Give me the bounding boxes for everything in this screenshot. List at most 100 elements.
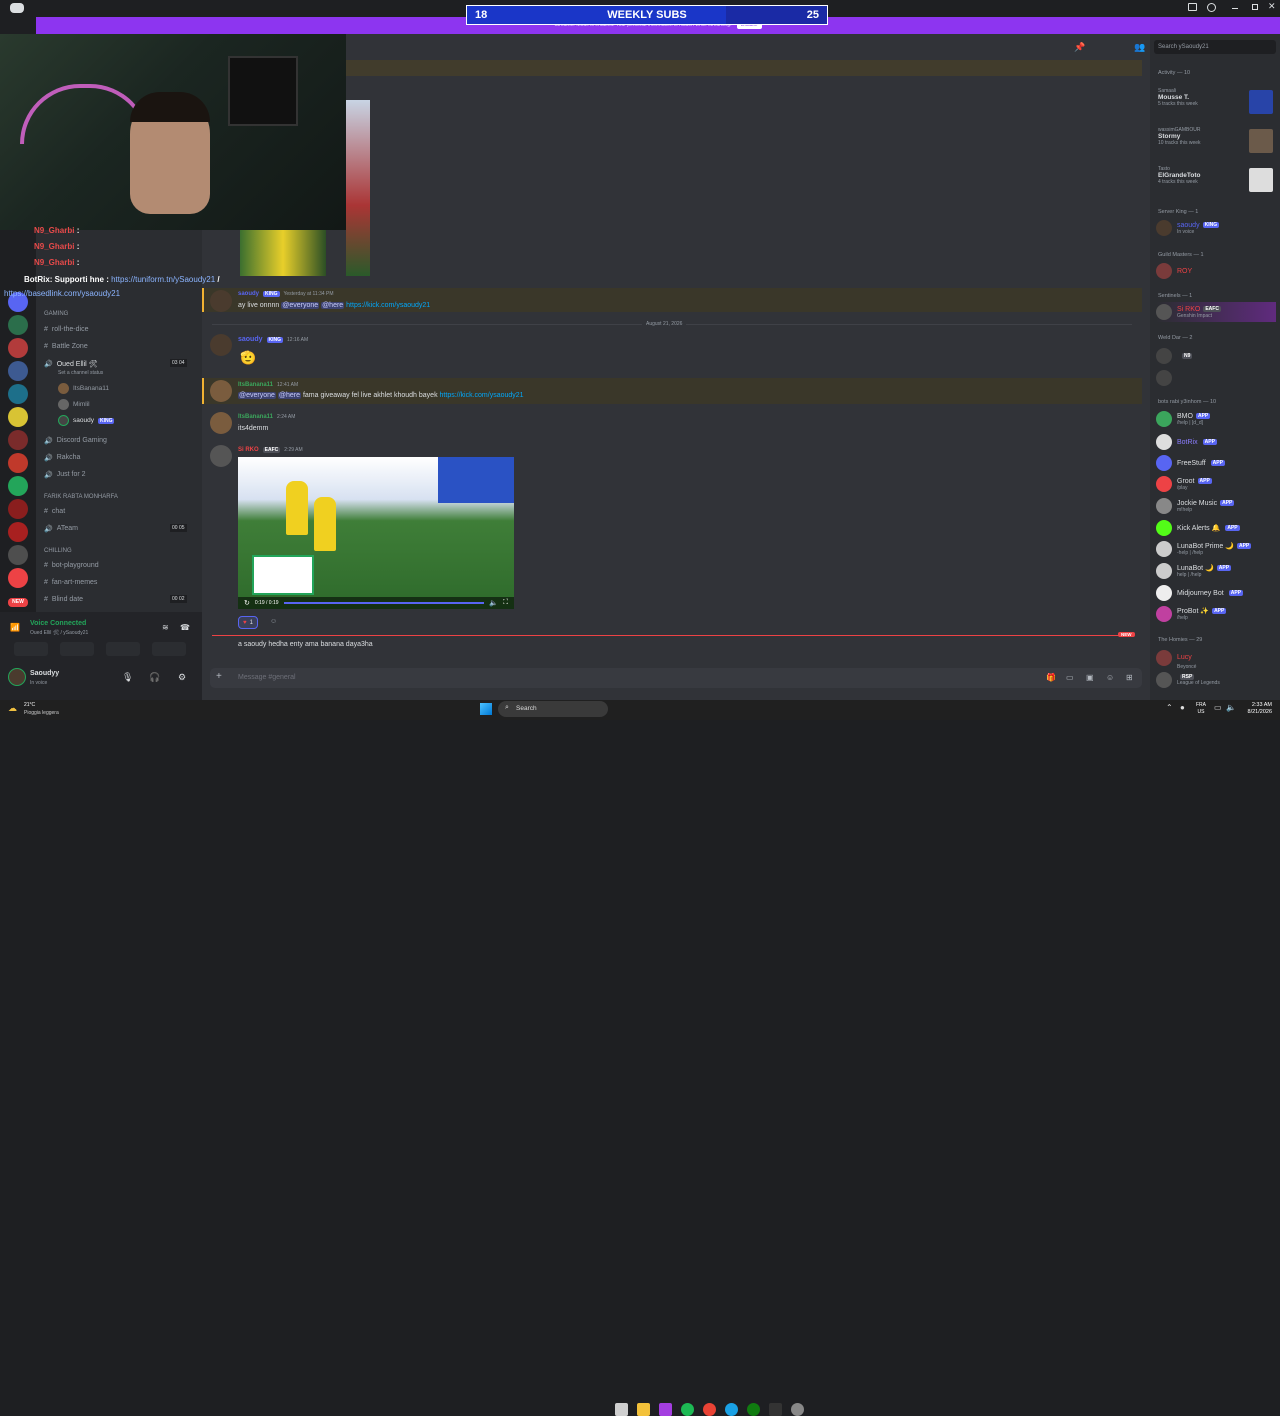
member-item[interactable]: saoudy KING In voice [1156, 218, 1276, 238]
category-chilling[interactable]: CHILLING [44, 548, 72, 554]
chrome-icon[interactable] [703, 1403, 716, 1416]
pinned-messages-icon[interactable]: 📌 [1074, 42, 1085, 53]
message-author[interactable]: Si RKO [238, 447, 259, 453]
member-item[interactable]: FreeStuff APP [1156, 453, 1276, 473]
sticker-icon[interactable]: ▣ [1086, 673, 1094, 682]
network-icon[interactable]: ▭ [1214, 703, 1222, 712]
reaction-heart[interactable]: ♥ 1 [238, 616, 258, 629]
gift-icon[interactable]: 🎁 [1046, 673, 1056, 682]
apps-icon[interactable]: ⊞ [1126, 673, 1133, 682]
clock[interactable]: 2:33 AM 8/21/2026 [1238, 702, 1272, 716]
channel-status[interactable]: Set a channel status [58, 370, 103, 376]
message-link[interactable]: https://kick.com/ysaoudy21 [346, 302, 430, 309]
disconnect-icon[interactable]: ☎ [180, 623, 190, 632]
message-link[interactable]: https://kick.com/ysaoudy21 [440, 392, 524, 399]
avatar[interactable] [8, 668, 26, 686]
headphones-icon[interactable]: 🎧 [149, 672, 160, 683]
mention-everyone[interactable]: @everyone [281, 302, 320, 309]
voice-channel-just-for-2[interactable]: 🔊 Just for 2 [44, 467, 194, 482]
member-item[interactable]: Kick Alerts 🔔 APP [1156, 518, 1276, 538]
video-attachment[interactable] [238, 457, 514, 609]
current-user-name[interactable]: Saoudyy [30, 670, 59, 677]
app-icon[interactable] [659, 1403, 672, 1416]
channel-chat[interactable]: # chat [44, 504, 194, 519]
server-icon[interactable] [8, 545, 28, 565]
volume-icon[interactable]: 🔈 [1226, 703, 1236, 712]
soundboard-button[interactable] [152, 642, 186, 656]
member-item[interactable]: Midjourney Bot APP [1156, 583, 1276, 603]
message-author[interactable]: ItsBanana11 [238, 414, 273, 420]
voice-location[interactable]: Oued Ellil 🛠 / ySaoudy21 [30, 630, 88, 636]
edge-icon[interactable] [725, 1403, 738, 1416]
member-item[interactable]: Si RKO EAFC Genshin Impact [1156, 302, 1276, 322]
member-item[interactable]: N9 [1156, 346, 1276, 366]
server-icon[interactable] [8, 430, 28, 450]
avatar[interactable] [210, 380, 232, 402]
overlay-chat-link[interactable]: https://basedlink.com/ysaoudy21 [4, 289, 120, 298]
chat-link[interactable]: https://tuniform.tn/ySaoudy21 [111, 275, 215, 284]
server-icon[interactable] [8, 568, 28, 588]
server-icon[interactable] [8, 315, 28, 335]
message-input[interactable]: Message #general [238, 674, 296, 681]
replay-icon[interactable]: ↻ [244, 599, 250, 607]
tray-chevron-icon[interactable]: ⌃ [1166, 703, 1173, 712]
video-off-button[interactable] [14, 642, 48, 656]
signal-icon[interactable]: 📶 [10, 623, 20, 632]
server-icon[interactable] [8, 522, 28, 542]
avatar[interactable] [210, 290, 232, 312]
windows-start-icon[interactable] [480, 703, 492, 715]
channel-bot-playground[interactable]: # bot-playground [44, 558, 194, 573]
message-author[interactable]: ItsBanana11 [238, 382, 273, 388]
voice-user[interactable]: Mimlil [58, 399, 90, 410]
file-explorer-icon[interactable] [637, 1403, 650, 1416]
member-item[interactable]: LunaBot 🌙 APP help | /help [1156, 561, 1276, 581]
voice-channel-rakcha[interactable]: 🔊 Rakcha [44, 450, 194, 465]
server-icon[interactable] [8, 407, 28, 427]
voice-user[interactable]: saoudy KING [58, 415, 115, 426]
mention-everyone[interactable]: @everyone [238, 392, 276, 399]
inbox-icon[interactable] [1188, 3, 1197, 11]
tray-app-icon[interactable]: ● [1180, 703, 1185, 712]
member-item[interactable]: Groot APP/play [1156, 474, 1276, 494]
minimize-button[interactable] [1232, 8, 1238, 9]
server-icon[interactable] [8, 453, 28, 473]
server-icon[interactable] [8, 476, 28, 496]
avatar[interactable] [210, 445, 232, 467]
obs-icon[interactable] [769, 1403, 782, 1416]
noise-suppression-icon[interactable]: ≋ [162, 623, 169, 632]
attach-icon[interactable]: + [216, 671, 222, 682]
settings-icon[interactable] [791, 1403, 804, 1416]
member-item[interactable]: ProBot ✨ APP/help [1156, 604, 1276, 624]
category-gaming[interactable]: GAMING [44, 311, 68, 317]
voice-user[interactable]: ItsBanana11 [58, 383, 109, 394]
channel-fan-art-memes[interactable]: # fan-art-memes [44, 575, 194, 590]
member-item[interactable]: RSP League of Legends [1156, 670, 1276, 690]
microphone-icon[interactable]: 🎙 [122, 672, 133, 683]
activity-card[interactable]: Samaali Mousse T. 5 tracks this week [1158, 88, 1274, 116]
server-icon[interactable] [8, 361, 28, 381]
member-item[interactable]: Jockie Music APP m!help [1156, 496, 1276, 516]
language-indicator[interactable]: FRA US [1196, 702, 1206, 716]
close-window-button[interactable]: ✕ [1268, 1, 1276, 12]
member-item[interactable]: ROY [1156, 261, 1276, 281]
mention-here[interactable]: @here [277, 392, 301, 399]
avatar[interactable] [210, 334, 232, 356]
fullscreen-icon[interactable]: ⛶ [503, 599, 508, 607]
emoji-icon[interactable]: ☺ [1106, 673, 1114, 682]
activity-card[interactable]: wassimGAMBOUR Stormy 10 tracks this week [1158, 127, 1274, 155]
server-icon[interactable] [8, 384, 28, 404]
taskbar-search[interactable]: Search [498, 701, 608, 717]
member-item[interactable]: BotRix APP [1156, 432, 1276, 452]
message-author[interactable]: saoudy [238, 336, 263, 343]
video-scrubber[interactable] [283, 602, 485, 604]
server-icon[interactable] [8, 499, 28, 519]
activities-button[interactable] [106, 642, 140, 656]
member-item[interactable] [1156, 368, 1276, 388]
member-item[interactable]: Lucy Beyoncé [1156, 648, 1276, 670]
message-author[interactable]: saoudy [238, 291, 259, 297]
screen-share-button[interactable] [60, 642, 94, 656]
channel-roll-the-dice[interactable]: # roll-the-dice [44, 322, 194, 337]
channel-battle-zone[interactable]: # Battle Zone [44, 339, 194, 354]
category-farik[interactable]: FARIK RABTA MONHARFA [44, 494, 118, 500]
xbox-icon[interactable] [747, 1403, 760, 1416]
